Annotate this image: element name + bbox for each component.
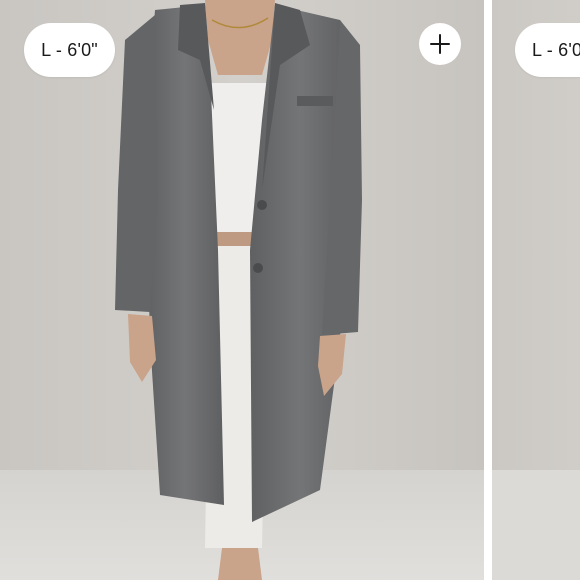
product-image-carousel[interactable]: L - 6'0" L - 6'0" [0,0,580,580]
product-image-slide-next[interactable]: L - 6'0" [492,0,580,580]
size-badge: L - 6'0" [515,23,580,77]
size-badge-label: L - 6'0" [41,39,98,60]
size-badge-label: L - 6'0" [532,39,580,60]
size-badge: L - 6'0" [24,23,115,77]
slide-divider [484,0,492,580]
product-photo-next [492,0,580,580]
add-button[interactable] [419,23,461,65]
plus-icon [430,34,450,54]
product-image-slide[interactable]: L - 6'0" [0,0,484,580]
product-photo [0,0,484,580]
